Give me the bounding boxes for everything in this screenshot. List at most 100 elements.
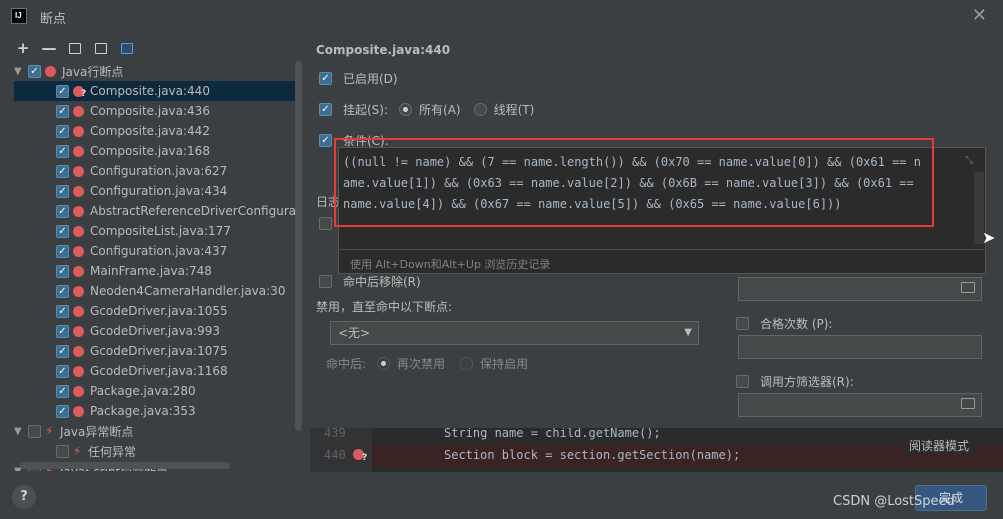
breakpoint-dot-icon <box>73 125 84 137</box>
tree-item[interactable]: ✓ AbstractReferenceDriverConfigurationWi <box>14 201 296 221</box>
tree-item[interactable]: ✓ Package.java:280 <box>14 381 296 401</box>
breakpoint-dot-icon <box>73 285 84 297</box>
pass-count-option[interactable]: 合格次数 (P): <box>736 315 832 332</box>
suspend-label: 挂起(S): <box>343 103 389 117</box>
breakpoint-dot-icon: ? <box>73 85 87 99</box>
tree-item[interactable]: ✓ GcodeDriver.java:1075 <box>14 341 296 361</box>
enabled-checkbox[interactable]: ✓ <box>319 72 332 85</box>
tree-item[interactable]: ✓ Neoden4CameraHandler.java:30 <box>14 281 296 301</box>
tree-item[interactable]: ✓ CompositeList.java:177 <box>14 221 296 241</box>
caller-filter-checkbox[interactable] <box>736 375 749 388</box>
item-checkbox[interactable]: ✓ <box>56 384 69 398</box>
suspend-thread-radio[interactable] <box>473 103 487 116</box>
tree-group-java-line[interactable]: ▼ ✓ Java行断点 <box>14 61 296 81</box>
log-checkbox[interactable] <box>319 217 332 230</box>
item-checkbox[interactable]: ✓ <box>56 204 69 218</box>
keep-enabled-radio[interactable] <box>460 357 474 370</box>
tree-item[interactable]: ✓ GcodeDriver.java:1055 <box>14 301 296 321</box>
item-checkbox[interactable] <box>56 444 69 458</box>
pass-count-checkbox[interactable] <box>736 317 749 330</box>
tree-item-label: Configuration.java:434 <box>90 184 228 198</box>
close-icon[interactable]: ✕ <box>972 5 987 26</box>
breakpoint-dot-icon <box>73 265 84 277</box>
breakpoint-dot-icon <box>73 105 84 117</box>
remove-breakpoint-button[interactable]: — <box>40 39 58 57</box>
window-title: 断点 <box>40 12 67 27</box>
tree-item[interactable]: ✓ Package.java:353 <box>14 401 296 421</box>
tree-item[interactable]: ✓ Configuration.java:627 <box>14 161 296 181</box>
group-by-file-button[interactable] <box>92 39 110 57</box>
caller-filter-label: 调用方筛选器(R): <box>760 375 854 389</box>
pass-count-input[interactable] <box>738 335 982 359</box>
history-hint: 使用 Alt+Down和Alt+Up 浏览历史记录 <box>350 258 551 271</box>
group-by-class-button[interactable] <box>118 39 136 57</box>
tree-group-java-exception[interactable]: ▼ ⚡ Java异常断点 <box>14 421 296 441</box>
item-checkbox[interactable]: ✓ <box>56 404 69 418</box>
condition-checkbox[interactable]: ✓ <box>319 134 332 147</box>
item-checkbox[interactable]: ✓ <box>56 84 69 98</box>
caller-filter-option[interactable]: 调用方筛选器(R): <box>736 373 854 390</box>
collapse-icon[interactable]: ⤡ <box>965 155 973 166</box>
suspend-all-radio[interactable] <box>399 103 413 116</box>
suspend-option[interactable]: ✓ 挂起(S): 所有(A) 线程(T) <box>319 101 534 118</box>
item-checkbox[interactable]: ✓ <box>56 264 69 278</box>
disable-again-radio[interactable] <box>377 357 391 370</box>
tree-item[interactable]: ✓ Composite.java:168 <box>14 141 296 161</box>
exception-bolt-icon: ⚡ <box>45 424 54 438</box>
tree-item-label: Composite.java:440 <box>90 84 210 98</box>
item-checkbox[interactable]: ✓ <box>56 324 69 338</box>
item-checkbox[interactable]: ✓ <box>56 104 69 118</box>
tree-item-label: Package.java:280 <box>90 384 196 398</box>
item-checkbox[interactable]: ✓ <box>56 344 69 358</box>
caller-filter-input[interactable] <box>738 393 982 417</box>
tree-vertical-scrollbar[interactable] <box>295 61 302 431</box>
suspend-checkbox[interactable]: ✓ <box>319 103 332 116</box>
enabled-label: 已启用(D) <box>343 72 398 86</box>
item-checkbox[interactable]: ✓ <box>56 164 69 178</box>
add-breakpoint-button[interactable]: + <box>14 39 32 57</box>
reader-mode-button[interactable]: 阅读器模式 <box>905 437 974 454</box>
tree-item-label: Composite.java:168 <box>90 144 210 158</box>
chevron-down-icon[interactable]: ▼ <box>14 426 24 437</box>
question-mark-icon: ? <box>81 88 87 99</box>
tree-item[interactable]: ✓ GcodeDriver.java:1168 <box>14 361 296 381</box>
tree-item[interactable]: ✓ GcodeDriver.java:993 <box>14 321 296 341</box>
item-checkbox[interactable]: ✓ <box>56 364 69 378</box>
help-button[interactable]: ? <box>12 485 36 509</box>
breakpoint-dot-icon <box>73 325 84 337</box>
folder-icon[interactable] <box>961 398 975 409</box>
chevron-down-icon: ▼ <box>684 327 692 338</box>
line-number: 440 <box>324 448 346 462</box>
chevron-down-icon[interactable]: ▼ <box>14 66 24 77</box>
tree-horizontal-scrollbar[interactable] <box>20 462 230 469</box>
item-checkbox[interactable]: ✓ <box>56 124 69 138</box>
right-field-top[interactable] <box>738 277 982 301</box>
tree-item[interactable]: ✓ Configuration.java:437 <box>14 241 296 261</box>
item-checkbox[interactable]: ✓ <box>56 304 69 318</box>
group-checkbox[interactable]: ✓ <box>28 64 41 78</box>
tree-item-label: GcodeDriver.java:1055 <box>90 304 228 318</box>
item-checkbox[interactable]: ✓ <box>56 144 69 158</box>
disable-until-select[interactable]: <无> ▼ <box>330 321 699 345</box>
tree-item[interactable]: ✓? Composite.java:440 <box>14 81 296 101</box>
breakpoint-dot-icon <box>73 185 84 197</box>
disable-until-label: 禁用，直至命中以下断点: <box>316 300 453 314</box>
group-checkbox[interactable] <box>28 424 41 438</box>
tree-item[interactable]: ✓ MainFrame.java:748 <box>14 261 296 281</box>
remove-on-hit-option[interactable]: 命中后移除(R) <box>319 273 421 290</box>
item-checkbox[interactable]: ✓ <box>56 224 69 238</box>
folder-icon[interactable] <box>961 282 975 293</box>
class-group-icon <box>121 42 133 54</box>
item-checkbox[interactable]: ✓ <box>56 284 69 298</box>
group-by-package-button[interactable] <box>66 39 84 57</box>
tree-item[interactable]: ✓ Configuration.java:434 <box>14 181 296 201</box>
remove-on-hit-checkbox[interactable] <box>319 275 332 288</box>
enabled-option[interactable]: ✓ 已启用(D) <box>319 70 398 87</box>
tree-item[interactable]: ✓ Composite.java:436 <box>14 101 296 121</box>
tree-item[interactable]: ✓ Composite.java:442 <box>14 121 296 141</box>
item-checkbox[interactable]: ✓ <box>56 244 69 258</box>
tree-item-label: GcodeDriver.java:993 <box>90 324 220 338</box>
tree-group-label: Java行断点 <box>62 64 124 79</box>
tree-item-any-exception[interactable]: ⚡ 任何异常 <box>14 441 296 461</box>
item-checkbox[interactable]: ✓ <box>56 184 69 198</box>
